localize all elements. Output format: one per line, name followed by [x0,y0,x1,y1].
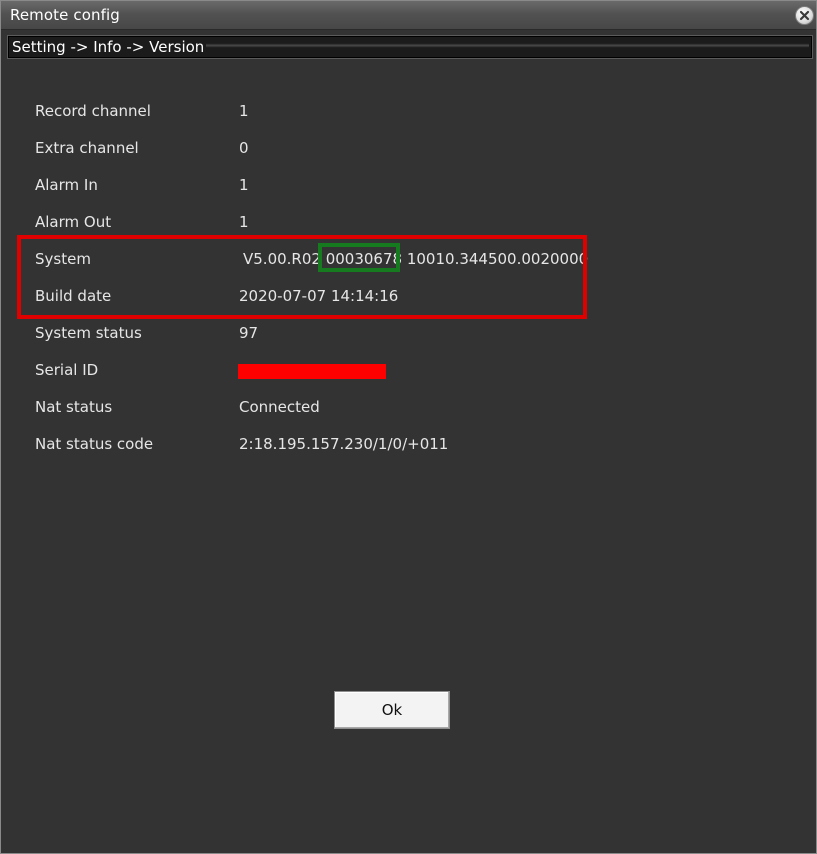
info-row-system-status: System status 97 [1,324,816,346]
info-label: Nat status [35,398,113,416]
ok-button[interactable]: Ok [334,691,450,729]
breadcrumb: Setting -> Info -> Version [7,35,813,59]
info-row-nat-status-code: Nat status code 2:18.195.157.230/1/0/+01… [1,435,816,457]
remote-config-window: Remote config Setting -> Info -> Version… [0,0,817,854]
info-row-alarm-in: Alarm In 1 [1,176,816,198]
info-value: 0 [239,139,249,157]
breadcrumb-divider [206,43,809,48]
info-row-nat-status: Nat status Connected [1,398,816,420]
info-label: Alarm In [35,176,98,194]
title-bar[interactable]: Remote config [1,1,816,30]
info-label: Nat status code [35,435,154,453]
info-row-serial-id: Serial ID [1,361,816,383]
window-title: Remote config [10,6,120,24]
info-value: 1 [239,176,249,194]
info-label: Extra channel [35,139,139,157]
info-row-extra-channel: Extra channel 0 [1,139,816,161]
info-value: Connected [239,398,320,416]
info-value: 1 [239,102,249,120]
red-highlight-box [17,235,587,319]
info-label: Alarm Out [35,213,112,231]
breadcrumb-text: Setting -> Info -> Version [12,38,205,56]
close-icon[interactable] [795,6,814,25]
info-row-record-channel: Record channel 1 [1,102,816,124]
serial-id-redaction [238,364,386,379]
info-value: 1 [239,213,249,231]
info-row-alarm-out: Alarm Out 1 [1,213,816,235]
info-label: System status [35,324,142,342]
info-value: 2:18.195.157.230/1/0/+011 [239,435,449,453]
info-value: 97 [239,324,259,342]
green-highlight-box [318,243,400,272]
info-label: Record channel [35,102,151,120]
info-label: Serial ID [35,361,99,379]
